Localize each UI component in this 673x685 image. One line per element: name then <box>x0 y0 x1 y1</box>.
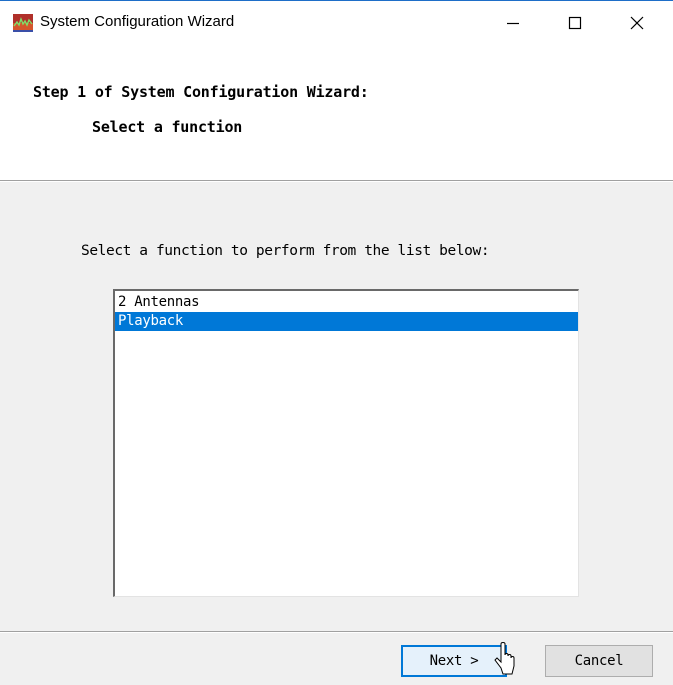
cancel-button[interactable]: Cancel <box>545 645 653 677</box>
title-bar[interactable]: System Configuration Wizard <box>0 1 673 45</box>
window-title: System Configuration Wizard <box>40 13 235 30</box>
minimize-button[interactable] <box>490 1 536 45</box>
next-button[interactable]: Next > <box>401 645 507 677</box>
app-icon <box>13 14 33 32</box>
function-listbox[interactable]: 2 Antennas Playback <box>113 289 579 597</box>
maximize-button[interactable] <box>552 1 598 45</box>
footer-divider-highlight <box>0 632 673 633</box>
header-divider <box>0 181 673 182</box>
maximize-icon <box>568 16 582 30</box>
step-title: Step 1 of System Configuration Wizard: <box>33 83 369 101</box>
close-icon <box>630 16 644 30</box>
step-subtitle: Select a function <box>92 118 243 136</box>
wizard-window: System Configuration Wizard Step 1 of Sy… <box>0 0 673 685</box>
instruction-label: Select a function to perform from the li… <box>81 243 490 259</box>
list-item-playback[interactable]: Playback <box>115 312 578 331</box>
list-item-2-antennas[interactable]: 2 Antennas <box>115 293 578 312</box>
wizard-header: Step 1 of System Configuration Wizard: S… <box>0 45 673 181</box>
minimize-icon <box>507 22 519 25</box>
close-button[interactable] <box>614 1 660 45</box>
